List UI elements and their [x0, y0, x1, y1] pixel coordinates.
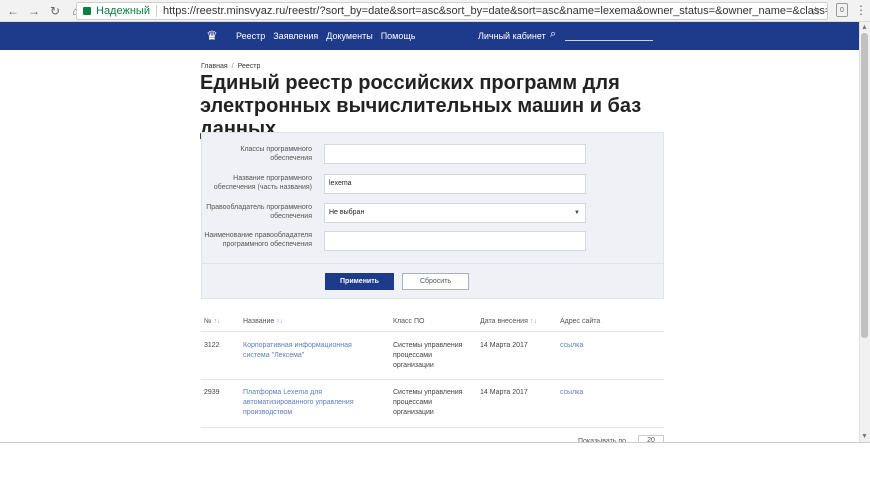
back-icon[interactable]: ←: [5, 3, 21, 19]
name-label: Название программного обеспечения (часть…: [213, 175, 312, 191]
row-name-link[interactable]: Платформа Lexema для автоматизированного…: [243, 388, 373, 418]
lock-icon: [83, 7, 91, 15]
col-class-header: Класс ПО: [393, 318, 425, 325]
extension-icon[interactable]: 0: [836, 3, 848, 17]
breadcrumb-current: Реестр: [237, 63, 261, 70]
owner-name-label: Наименование правообладателя программног…: [204, 232, 312, 248]
scrollbar-thumb[interactable]: [861, 33, 868, 338]
emblem-icon[interactable]: ♛: [204, 27, 220, 45]
nav-documents[interactable]: Документы: [326, 31, 372, 41]
class-input[interactable]: [324, 144, 586, 164]
row-class: Системы управления процессами организаци…: [393, 389, 463, 416]
reload-icon[interactable]: ↻: [47, 3, 63, 19]
row-num: 2939: [204, 389, 220, 396]
row-site-link[interactable]: ссылка: [560, 341, 583, 351]
sort-icon[interactable]: ↑↓: [530, 318, 537, 325]
sort-icon[interactable]: ↑↓: [214, 318, 221, 325]
col-num-header[interactable]: № ↑↓: [204, 318, 221, 325]
nav-applications[interactable]: Заявления: [273, 31, 318, 41]
name-input[interactable]: lexema: [324, 174, 586, 194]
breadcrumb-home[interactable]: Главная: [201, 63, 228, 70]
col-site-header: Адрес сайта: [560, 318, 601, 325]
col-name-header[interactable]: Название ↑↓: [243, 318, 283, 325]
secure-label: Надежный: [96, 5, 150, 17]
forward-icon[interactable]: →: [26, 3, 42, 19]
owner-label: Правообладатель программного обеспечения: [206, 204, 312, 220]
personal-cabinet-link[interactable]: Личный кабинет: [478, 31, 546, 41]
browser-toolbar: ← → ↻ ⌂ Надежный https://reestr.minsvyaz…: [0, 0, 870, 22]
sort-icon[interactable]: ↑↓: [276, 318, 283, 325]
owner-name-input[interactable]: [324, 231, 586, 251]
owner-select[interactable]: Не выбран ▼: [324, 203, 586, 223]
scroll-up-icon[interactable]: ▲: [859, 22, 870, 33]
scroll-down-icon[interactable]: ▼: [859, 431, 870, 442]
top-navigation: Реестр Заявления Документы Помощь: [236, 22, 415, 50]
filter-panel: Классы программного обеспечения Название…: [201, 132, 664, 299]
class-label: Классы программного обеспечения: [240, 146, 312, 162]
row-name-link[interactable]: Корпоративная информационная система "Ле…: [243, 341, 371, 361]
address-bar[interactable]: Надежный https://reestr.minsvyaz.ru/rees…: [76, 2, 828, 20]
row-date: 14 Марта 2017: [480, 389, 528, 396]
row-num: 3122: [204, 342, 220, 349]
nav-help[interactable]: Помощь: [381, 31, 416, 41]
header-search-input[interactable]: [565, 28, 653, 40]
col-date-header[interactable]: Дата внесения ↑↓: [480, 318, 537, 325]
reset-button[interactable]: Сбросить: [402, 273, 469, 290]
breadcrumb: Главная / Реестр: [201, 63, 261, 70]
row-date: 14 Марта 2017: [480, 342, 528, 349]
owner-select-value: Не выбран: [329, 209, 365, 216]
row-site-link[interactable]: ссылка: [560, 388, 583, 398]
url-text: https://reestr.minsvyaz.ru/reestr/?sort_…: [162, 5, 828, 17]
row-class: Системы управления процессами организаци…: [393, 342, 463, 369]
page-title: Единый реестр российских программ для эл…: [200, 72, 642, 140]
apply-button[interactable]: Применить: [325, 273, 394, 290]
search-icon[interactable]: ⌕: [550, 29, 561, 40]
browser-menu-icon[interactable]: ⋮: [855, 3, 867, 17]
bookmark-star-icon[interactable]: ☆: [810, 4, 821, 18]
site-header: ♛ Реестр Заявления Документы Помощь Личн…: [0, 22, 859, 50]
chevron-down-icon: ▼: [574, 210, 580, 216]
nav-registry[interactable]: Реестр: [236, 31, 265, 41]
